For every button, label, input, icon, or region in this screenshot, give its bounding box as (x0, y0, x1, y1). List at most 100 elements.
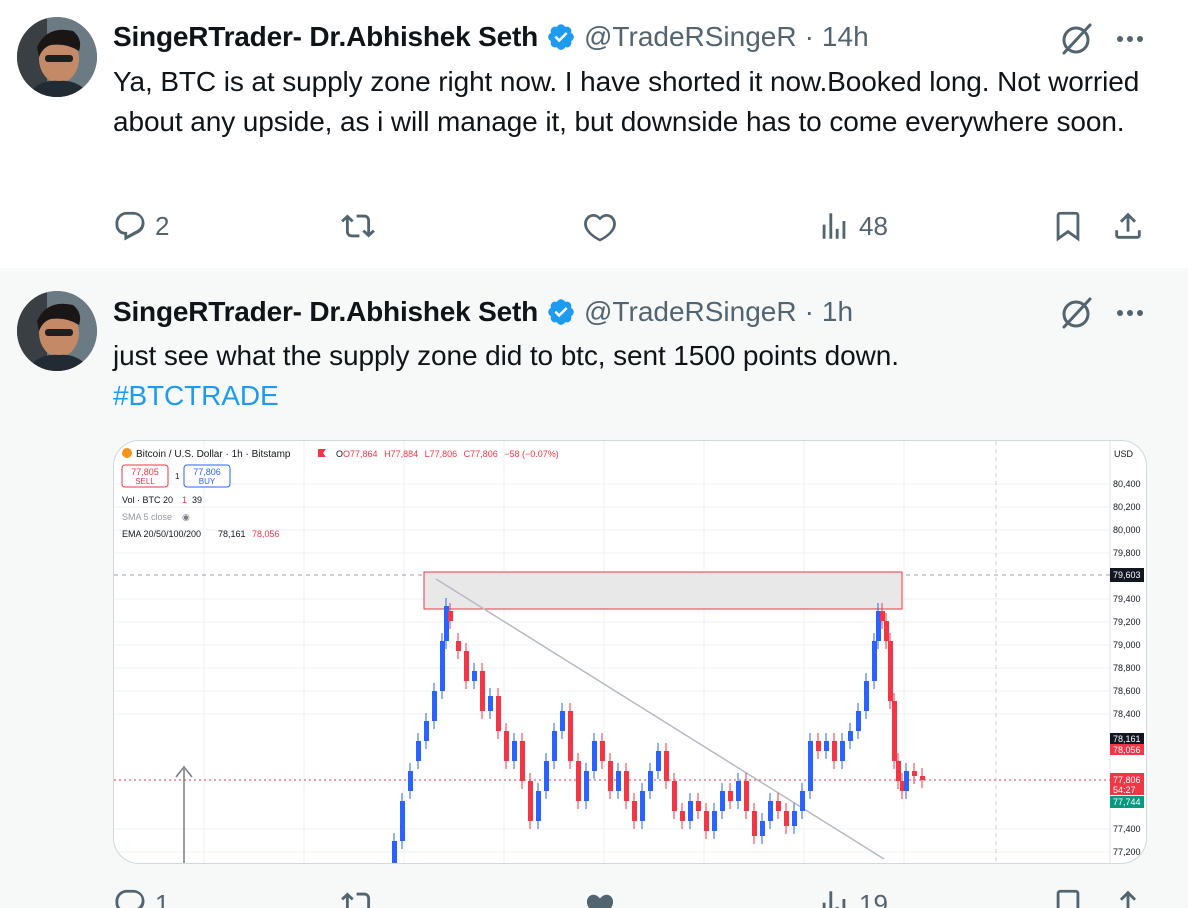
retweet-button[interactable] (341, 884, 375, 908)
author-handle[interactable]: @TradeRSingeR (584, 296, 797, 328)
bookmark-button[interactable] (1051, 884, 1085, 908)
candle-body (520, 741, 525, 781)
price-tick: 79,200 (1113, 617, 1141, 627)
reply-button[interactable]: 1 (113, 884, 169, 908)
more-icon[interactable] (1110, 19, 1150, 59)
candle-body (824, 741, 829, 751)
candle-body (640, 791, 645, 821)
trend-line (435, 578, 885, 860)
like-icon (584, 213, 616, 242)
share-button[interactable] (1111, 206, 1145, 246)
tweet-actions: 1 19 (113, 884, 1153, 908)
hashtag-link[interactable]: #BTCTRADE (113, 376, 1163, 416)
candle-body (884, 621, 889, 641)
candle-body (688, 801, 693, 821)
price-tick: 79,800 (1113, 548, 1141, 558)
candle-body (704, 811, 709, 831)
grok-icon[interactable] (1056, 19, 1096, 59)
timestamp[interactable]: 14h (822, 21, 869, 53)
candle-body (752, 811, 757, 836)
candle-body (864, 681, 869, 711)
svg-text:SMA 5 close: SMA 5 close (122, 512, 172, 522)
retweet-icon (341, 214, 375, 238)
candle-body (392, 841, 397, 863)
chart-header: Bitcoin / U.S. Dollar · 1h · Bitstamp (136, 449, 291, 460)
candle-body (560, 711, 565, 731)
candle-body (552, 731, 557, 761)
tweet-media-chart[interactable]: Bitcoin / U.S. Dollar · 1h · Bitstamp OO… (113, 440, 1147, 864)
views-button[interactable]: 19 (817, 884, 888, 908)
price-tick: 79,400 (1113, 594, 1141, 604)
chart-grid (114, 441, 1110, 863)
price-tick: 80,000 (1113, 525, 1141, 535)
candle-body (536, 791, 541, 821)
candle-body (736, 781, 741, 801)
candle-body (528, 781, 533, 821)
price-tick: 80,200 (1113, 502, 1141, 512)
supply-top-label: 79,603 (1113, 570, 1141, 580)
candle-body (920, 776, 925, 780)
price-tick: 77,200 (1113, 847, 1141, 857)
tweet-text: just see what the supply zone did to btc… (113, 336, 1163, 416)
candle-body (856, 711, 861, 731)
author-name[interactable]: SingeRTrader- Dr.Abhishek Seth (113, 21, 538, 53)
author-name[interactable]: SingeRTrader- Dr.Abhishek Seth (113, 296, 538, 328)
separator: · (804, 21, 814, 52)
candle-body (400, 801, 405, 841)
views-button[interactable]: 48 (817, 206, 888, 246)
candle-body (672, 781, 677, 811)
like-button[interactable] (583, 206, 617, 246)
timestamp[interactable]: 1h (822, 296, 853, 328)
candle-body (608, 761, 613, 791)
last-price-label: 77,806 (1113, 775, 1141, 785)
price-tick: 79,000 (1113, 640, 1141, 650)
candle-body (896, 761, 901, 781)
svg-text:EMA 20/50/100/200: EMA 20/50/100/200 (122, 529, 201, 539)
like-button[interactable] (583, 884, 617, 908)
candle-body (776, 801, 781, 811)
candle-body (880, 611, 885, 621)
more-icon[interactable] (1110, 293, 1150, 333)
eye-icon[interactable]: ◉ (182, 512, 190, 522)
candlesticks (392, 598, 925, 863)
candle-body (720, 791, 725, 811)
reply-count: 2 (155, 210, 170, 241)
bookmark-button[interactable] (1051, 206, 1085, 246)
candle-body (808, 741, 813, 791)
reply-icon (115, 211, 145, 241)
avatar[interactable] (17, 17, 97, 97)
tweet-header: SingeRTrader- Dr.Abhishek Seth @TradeRSi… (113, 17, 869, 57)
retweet-button[interactable] (341, 206, 375, 246)
candle-body (872, 641, 877, 681)
candle-body (728, 791, 733, 801)
avatar-photo (17, 17, 97, 97)
candle-body (416, 741, 421, 761)
retweet-icon (341, 892, 374, 908)
grok-icon[interactable] (1056, 293, 1096, 333)
avatar[interactable] (17, 291, 97, 371)
tweet-1[interactable]: SingeRTrader- Dr.Abhishek Seth @TradeRSi… (0, 0, 1188, 268)
svg-text:SELL: SELL (135, 477, 155, 486)
svg-text:78,056: 78,056 (252, 529, 280, 539)
reply-button[interactable]: 2 (113, 206, 169, 246)
candle-body (800, 791, 805, 811)
verified-badge-icon (548, 24, 574, 50)
candle-body (832, 741, 837, 761)
author-handle[interactable]: @TradeRSingeR (584, 21, 797, 53)
candle-body (480, 671, 485, 711)
price-tick: 78,600 (1113, 686, 1141, 696)
tweet-2[interactable]: SingeRTrader- Dr.Abhishek Seth @TradeRSi… (0, 268, 1188, 908)
reply-count: 1 (155, 888, 170, 908)
bookmark-icon (1056, 211, 1080, 242)
avatar-photo (17, 291, 97, 371)
candle-body (544, 761, 549, 791)
candle-body (744, 781, 749, 811)
candle-body (464, 651, 469, 681)
share-button[interactable] (1111, 884, 1145, 908)
candle-body (848, 731, 853, 741)
chart-legend: Bitcoin / U.S. Dollar · 1h · Bitstamp OO… (121, 448, 559, 539)
candle-body (592, 741, 597, 771)
tweet-text: Ya, BTC is at supply zone right now. I h… (113, 66, 1140, 137)
svg-text:1: 1 (182, 495, 187, 505)
reply-icon (115, 889, 145, 908)
